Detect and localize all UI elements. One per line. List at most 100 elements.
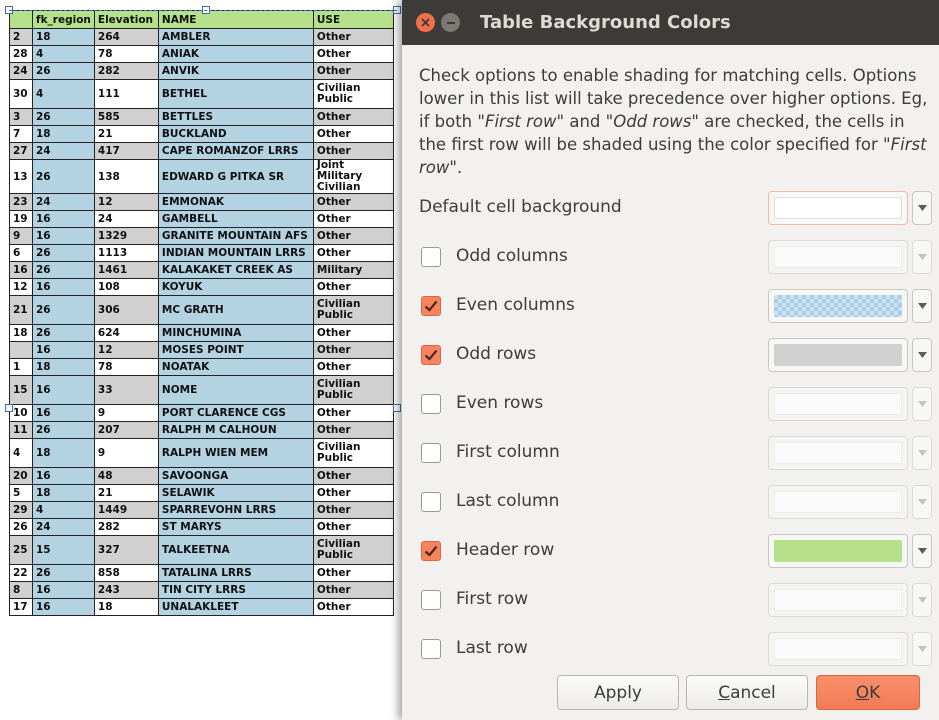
table-row: 15 16 33 NOME Civilian Public xyxy=(9,375,394,405)
first-row-color-button[interactable] xyxy=(768,583,908,617)
even-rows-color-dropdown[interactable] xyxy=(912,387,932,421)
odd-rows-color-button[interactable] xyxy=(768,338,908,372)
cell-use: Other xyxy=(312,28,394,46)
cell-use: Civilian Public xyxy=(312,295,394,325)
color-swatch xyxy=(774,344,902,366)
header-row-label[interactable]: Header row xyxy=(456,540,554,560)
cell-id: 21 xyxy=(9,295,33,325)
color-swatch xyxy=(774,638,902,660)
table-row: 26 24 282 ST MARYS Other xyxy=(9,518,394,536)
selection-handle-middle-right[interactable] xyxy=(393,404,401,412)
last-row-color-dropdown[interactable] xyxy=(912,632,932,666)
attribute-table-panel: fk_region Elevation NAME USE 2 18 264 AMBLE… xyxy=(0,0,402,720)
last-column-label[interactable]: Last column xyxy=(456,491,559,511)
header-cell-use: USE xyxy=(312,10,394,29)
odd-columns-label[interactable]: Odd columns xyxy=(456,246,568,266)
last-row-color-button[interactable] xyxy=(768,632,908,666)
close-icon[interactable] xyxy=(416,13,435,32)
cell-id: 20 xyxy=(9,467,33,485)
cancel-button[interactable]: Cancel xyxy=(686,675,808,710)
cell-fk-region: 26 xyxy=(32,244,95,262)
cell-elevation: 108 xyxy=(93,278,159,296)
chevron-down-icon xyxy=(917,205,927,211)
cell-fk-region: 24 xyxy=(32,142,95,160)
first-column-color-dropdown[interactable] xyxy=(912,436,932,470)
cell-fk-region: 18 xyxy=(32,358,95,376)
last-column-color-dropdown[interactable] xyxy=(912,485,932,519)
cell-id: 11 xyxy=(9,421,33,439)
table-row: 17 16 18 UNALAKLEET Other xyxy=(9,598,394,616)
option-row-last-row: Last row xyxy=(419,632,932,666)
cell-use: Civilian Public xyxy=(312,79,394,109)
header-cell-elevation: Elevation xyxy=(93,10,159,29)
ok-button[interactable]: OK xyxy=(816,675,920,710)
table-row: 5 18 21 SELAWIK Other xyxy=(9,484,394,502)
first-column-label[interactable]: First column xyxy=(456,442,560,462)
cell-id: 9 xyxy=(9,227,33,245)
table-row: 22 26 858 TATALINA LRRS Other xyxy=(9,564,394,582)
cell-elevation: 264 xyxy=(93,28,159,46)
cell-elevation: 1329 xyxy=(93,227,159,245)
cell-id: 1 xyxy=(9,358,33,376)
selection-handle-middle-left[interactable] xyxy=(5,404,13,412)
even-columns-color-dropdown[interactable] xyxy=(912,289,932,323)
table-row: 25 15 327 TALKEETNA Civilian Public xyxy=(9,535,394,565)
default-cell-color-button[interactable] xyxy=(768,191,908,225)
header-row-color-button[interactable] xyxy=(768,534,908,568)
chevron-down-icon xyxy=(917,303,927,309)
odd-rows-label[interactable]: Odd rows xyxy=(456,344,536,364)
table-row: 7 18 21 BUCKLAND Other xyxy=(9,125,394,143)
first-column-color-button[interactable] xyxy=(768,436,908,470)
cell-id: 27 xyxy=(9,142,33,160)
apply-button[interactable]: Apply xyxy=(557,675,679,710)
even-columns-checkbox[interactable] xyxy=(421,296,441,316)
cell-id: 2 xyxy=(9,28,33,46)
even-columns-label[interactable]: Even columns xyxy=(456,295,575,315)
cell-name: MC GRATH xyxy=(157,295,314,325)
minimize-icon[interactable] xyxy=(441,13,460,32)
odd-columns-checkbox[interactable] xyxy=(421,247,441,267)
cell-id: 26 xyxy=(9,518,33,536)
first-row-color-dropdown[interactable] xyxy=(912,583,932,617)
even-rows-label[interactable]: Even rows xyxy=(456,393,543,413)
table-background-colors-dialog: Table Background Colors Check options to… xyxy=(402,0,939,720)
first-row-label[interactable]: First row xyxy=(456,589,528,609)
odd-columns-color-button[interactable] xyxy=(768,240,908,274)
last-row-checkbox[interactable] xyxy=(421,639,441,659)
odd-rows-color-dropdown[interactable] xyxy=(912,338,932,372)
even-columns-color-button[interactable] xyxy=(768,289,908,323)
table-row: 18 26 624 MINCHUMINA Other xyxy=(9,324,394,342)
even-rows-color-button[interactable] xyxy=(768,387,908,421)
first-row-checkbox[interactable] xyxy=(421,590,441,610)
cell-fk-region: 24 xyxy=(32,518,95,536)
cell-use: Other xyxy=(312,324,394,342)
last-column-checkbox[interactable] xyxy=(421,492,441,512)
cell-id: 17 xyxy=(9,598,33,616)
cell-use: Other xyxy=(312,210,394,228)
last-column-color-button[interactable] xyxy=(768,485,908,519)
cell-use: Other xyxy=(312,518,394,536)
odd-rows-checkbox[interactable] xyxy=(421,345,441,365)
table-row: 28 4 78 ANIAK Other xyxy=(9,45,394,63)
checkmark-icon xyxy=(424,349,438,361)
cell-name: BETTLES xyxy=(157,108,314,126)
table-row: 21 26 306 MC GRATH Civilian Public xyxy=(9,295,394,325)
default-cell-color-dropdown[interactable] xyxy=(912,191,932,225)
header-row-checkbox[interactable] xyxy=(421,541,441,561)
cell-fk-region: 26 xyxy=(32,62,95,80)
cell-name: BETHEL xyxy=(157,79,314,109)
cell-name: ST MARYS xyxy=(157,518,314,536)
last-row-label[interactable]: Last row xyxy=(456,638,528,658)
cell-use: Other xyxy=(312,244,394,262)
even-rows-checkbox[interactable] xyxy=(421,394,441,414)
checkmark-icon xyxy=(424,545,438,557)
cell-id: 30 xyxy=(9,79,33,109)
header-row-color-dropdown[interactable] xyxy=(912,534,932,568)
odd-columns-color-dropdown[interactable] xyxy=(912,240,932,274)
color-swatch xyxy=(774,393,902,415)
cell-id xyxy=(9,341,33,359)
option-row-even-rows: Even rows xyxy=(419,387,932,421)
cell-fk-region: 15 xyxy=(32,535,95,565)
first-column-checkbox[interactable] xyxy=(421,443,441,463)
table-row: 2 18 264 AMBLER Other xyxy=(9,28,394,46)
